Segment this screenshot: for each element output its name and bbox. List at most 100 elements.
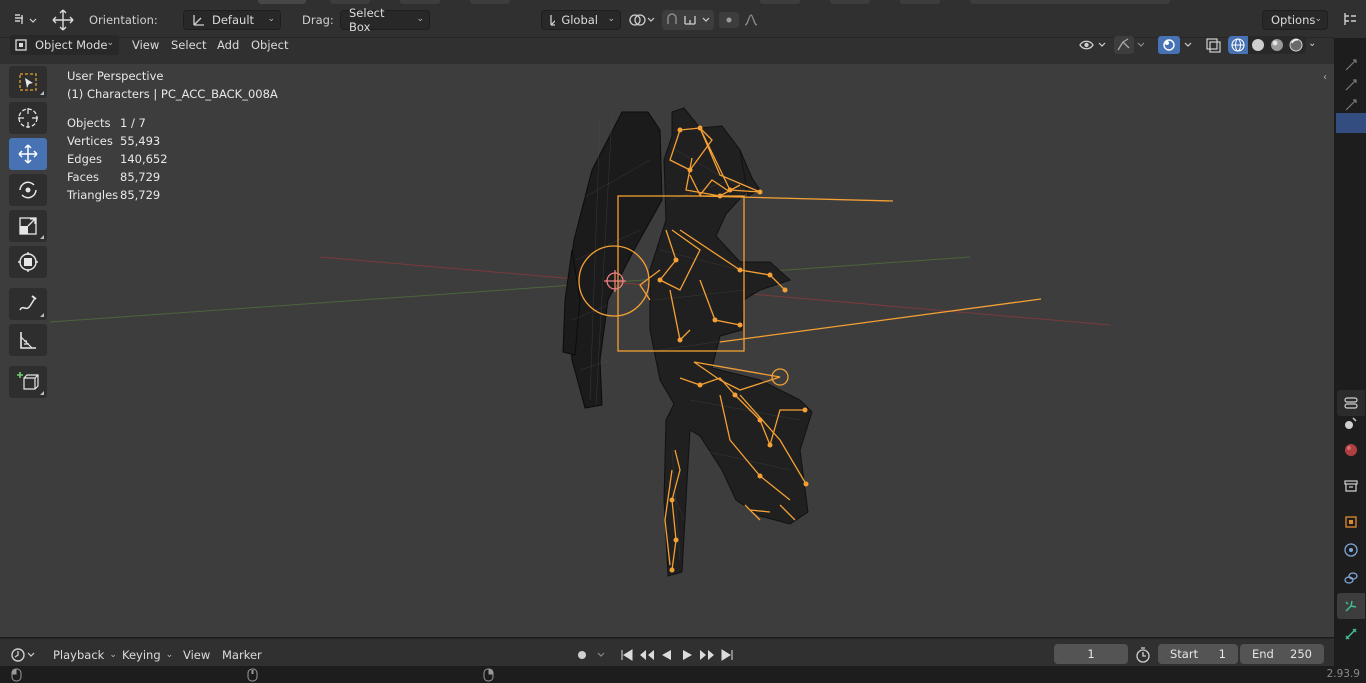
play-reverse-icon: [662, 650, 671, 660]
shading-options-chevron-icon[interactable]: ⌄: [1308, 38, 1316, 49]
start-frame-field[interactable]: Start 1: [1158, 644, 1238, 664]
measure-tool[interactable]: [9, 324, 47, 356]
material-sphere-icon: [1270, 39, 1283, 51]
select-box-tool[interactable]: [9, 66, 47, 98]
play-reverse-button[interactable]: [658, 645, 676, 665]
mouse-right-icon: [483, 668, 494, 682]
visibility-button[interactable]: [1078, 36, 1110, 57]
scale-icon: [19, 217, 37, 235]
auto-keying-button[interactable]: [572, 645, 612, 665]
add-cube-icon: [17, 372, 39, 390]
editor-type-icon: [15, 14, 37, 24]
menu-playback-label: Playback: [53, 648, 105, 662]
add-cube-tool[interactable]: [9, 366, 47, 398]
mouse-left-icon: [11, 668, 22, 682]
object-icon: [1345, 516, 1357, 528]
wireframe-shading-button[interactable]: [1228, 36, 1248, 54]
object-tab[interactable]: [1337, 509, 1365, 535]
chevron-down-icon: ⌄: [1314, 14, 1322, 24]
options-dropdown[interactable]: Options ⌄: [1262, 10, 1328, 30]
current-frame-field[interactable]: 1: [1054, 644, 1128, 664]
chevron-down-icon: ⌄: [106, 38, 114, 48]
overlays-button[interactable]: [1158, 36, 1198, 57]
proportional-edit-icon: [719, 12, 758, 28]
record-icon: [578, 651, 605, 659]
backpack-mesh: [562, 111, 663, 409]
jump-start-button[interactable]: [618, 645, 636, 665]
end-frame-field[interactable]: End 250: [1240, 644, 1324, 664]
mouse-middle-icon: [247, 668, 258, 682]
mode-dropdown[interactable]: Object Mode ⌄: [10, 35, 119, 55]
status-bar: [0, 666, 1366, 683]
scene-tab[interactable]: [1337, 410, 1365, 436]
bone-icon: [1345, 59, 1357, 71]
stat-key: Faces: [67, 170, 99, 184]
menu-object[interactable]: Object: [244, 35, 295, 55]
menu-add[interactable]: Add: [210, 35, 246, 55]
menu-marker[interactable]: Marker: [222, 645, 262, 665]
snap-button[interactable]: [662, 10, 714, 30]
gizmo-toggle-button[interactable]: [1114, 36, 1148, 57]
jump-end-button[interactable]: [718, 645, 736, 665]
move-gizmo-icon[interactable]: [50, 9, 76, 31]
drag-dropdown[interactable]: Select Box ⌄: [340, 6, 430, 34]
bone-icon: [1345, 99, 1357, 111]
play-button[interactable]: [678, 645, 696, 665]
solid-shading-button[interactable]: [1248, 36, 1267, 54]
physics-icon: [1344, 543, 1358, 557]
end-label: End: [1252, 647, 1274, 661]
rendered-shading-button[interactable]: [1286, 36, 1306, 54]
shading-mode-group: [1228, 36, 1306, 54]
annotate-tool[interactable]: [9, 288, 47, 320]
menu-view[interactable]: View: [183, 645, 210, 665]
menu-keying[interactable]: Keying ⌄: [122, 645, 173, 665]
transform-tool[interactable]: [9, 246, 47, 278]
menu-select[interactable]: Select: [164, 35, 213, 55]
stat-value: 55,493: [120, 134, 161, 148]
outliner-selected-row[interactable]: [1336, 113, 1366, 133]
world-tab[interactable]: [1337, 437, 1365, 463]
eye-icon: [1079, 40, 1106, 50]
scene-icon: [1345, 417, 1357, 429]
transform-orientation-dropdown[interactable]: Global ⌄: [541, 10, 621, 30]
constraints-tab[interactable]: [1337, 565, 1365, 591]
preview-range-button[interactable]: [1134, 645, 1152, 665]
overlays-icon: [1158, 36, 1192, 54]
orientation-label: Orientation:: [89, 13, 158, 27]
transform-space-value: Global: [561, 13, 598, 27]
xray-button[interactable]: [1204, 36, 1224, 57]
menu-playback[interactable]: Playback ⌄: [53, 645, 117, 665]
drag-value: Select Box: [349, 6, 385, 34]
menu-view[interactable]: View: [125, 35, 166, 55]
collection-tab[interactable]: [1337, 473, 1365, 499]
properties-strip: [1334, 0, 1366, 683]
stats-row-triangles: Triangles 85,729: [67, 186, 278, 204]
transform-icon: [18, 252, 38, 272]
outliner-header-button[interactable]: [1334, 0, 1366, 38]
physics-tab[interactable]: [1337, 537, 1365, 563]
solid-sphere-icon: [1251, 39, 1264, 51]
scale-tool[interactable]: [9, 210, 47, 242]
world-icon: [1345, 444, 1357, 456]
timeline-editor-type-button[interactable]: [10, 645, 40, 665]
stat-key: Objects: [67, 116, 111, 130]
collection-icon: [1344, 480, 1358, 492]
editor-type-button[interactable]: [10, 10, 40, 30]
cursor-tool[interactable]: [9, 102, 47, 134]
proportional-edit-button[interactable]: [718, 10, 770, 30]
orientation-dropdown[interactable]: Default ⌄: [183, 10, 281, 30]
pivot-point-button[interactable]: [627, 10, 657, 30]
move-icon: [18, 144, 38, 164]
stopwatch-icon: [1136, 647, 1150, 663]
chevron-down-icon: ⌄: [607, 14, 615, 24]
next-keyframe-button[interactable]: [698, 645, 716, 665]
prev-keyframe-button[interactable]: [638, 645, 656, 665]
drag-label: Drag:: [302, 13, 334, 27]
bone-tab[interactable]: [1337, 621, 1365, 647]
chevron-down-icon: ⌄: [165, 650, 174, 660]
material-shading-button[interactable]: [1267, 36, 1286, 54]
sidebar-toggle-icon[interactable]: ‹: [1323, 72, 1327, 83]
move-tool[interactable]: [9, 138, 47, 170]
rotate-tool[interactable]: [9, 174, 47, 206]
object-data-armature-tab[interactable]: [1337, 593, 1365, 619]
